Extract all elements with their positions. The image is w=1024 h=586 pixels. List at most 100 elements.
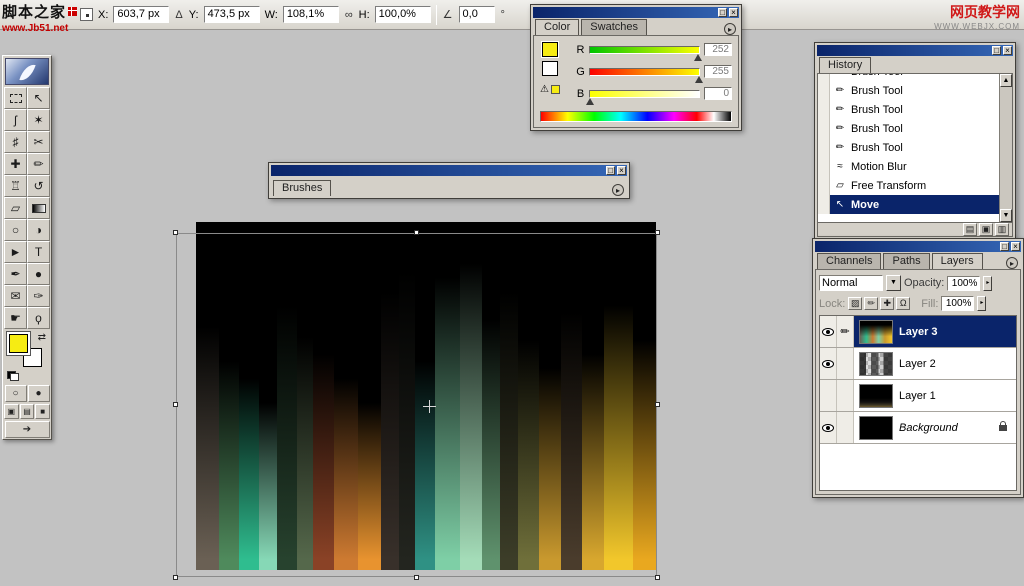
foreground-color-swatch[interactable] bbox=[9, 334, 28, 353]
history-brush-source-toggle[interactable] bbox=[818, 195, 830, 214]
blend-mode-select[interactable]: Normal bbox=[819, 275, 883, 291]
layer-thumbnail[interactable] bbox=[859, 415, 893, 440]
layer-row-main[interactable]: Layer 3 bbox=[854, 316, 1016, 347]
tool-type[interactable]: T bbox=[27, 241, 50, 263]
gamut-warning-icon[interactable]: ⚠ bbox=[540, 84, 549, 95]
transform-handle-top-left[interactable] bbox=[173, 230, 178, 235]
palette-menu-icon[interactable]: ▸ bbox=[1006, 257, 1018, 269]
delta-icon[interactable]: Δ bbox=[174, 9, 183, 21]
tool-slice[interactable]: ✂ bbox=[27, 131, 50, 153]
fill-slider-icon[interactable]: ▸ bbox=[977, 296, 987, 311]
transform-handle-middle-right[interactable] bbox=[655, 402, 660, 407]
history-brush-source-toggle[interactable] bbox=[818, 138, 830, 157]
layer-thumbnail[interactable] bbox=[859, 319, 893, 344]
chevron-down-icon[interactable]: ▼ bbox=[886, 275, 901, 291]
opacity-slider-icon[interactable]: ▸ bbox=[983, 275, 993, 291]
tool-brush[interactable]: ✏ bbox=[27, 153, 50, 175]
scroll-down-icon[interactable]: ▼ bbox=[1000, 209, 1012, 222]
history-brush-source-toggle[interactable] bbox=[818, 81, 830, 100]
minimize-icon[interactable]: □ bbox=[992, 46, 1001, 55]
tool-notes[interactable]: ✉ bbox=[4, 285, 27, 307]
delete-state-icon[interactable]: ▥ bbox=[995, 223, 1009, 236]
full-screen-button[interactable]: ■ bbox=[35, 404, 51, 419]
transform-center-crosshair[interactable] bbox=[423, 400, 436, 413]
layer-row-main[interactable]: Layer 2 bbox=[854, 348, 1016, 379]
channel-slider[interactable] bbox=[589, 45, 702, 61]
channel-value[interactable]: 0 bbox=[704, 87, 732, 100]
tool-path-selection[interactable]: ► bbox=[4, 241, 27, 263]
tool-hand[interactable]: ☛ bbox=[4, 307, 27, 329]
new-snapshot-icon[interactable]: ▣ bbox=[979, 223, 993, 236]
quick-mask-mode-button[interactable]: ● bbox=[27, 385, 50, 402]
full-screen-menubar-button[interactable]: ▤ bbox=[19, 404, 35, 419]
tool-clone-stamp[interactable]: ♖ bbox=[4, 175, 27, 197]
tool-lasso[interactable]: ʃ bbox=[4, 109, 27, 131]
history-brush-source-toggle[interactable] bbox=[818, 176, 830, 195]
default-colors-icon[interactable] bbox=[7, 371, 19, 381]
tab-history[interactable]: History bbox=[819, 57, 872, 73]
history-brush-source-toggle[interactable] bbox=[818, 100, 830, 119]
tab-paths[interactable]: Paths bbox=[883, 253, 930, 269]
opacity-field[interactable]: 100% bbox=[947, 275, 981, 291]
width-field[interactable]: 108,1% bbox=[282, 6, 339, 23]
lock-transparency-toggle[interactable]: ▨ bbox=[848, 297, 863, 310]
history-item[interactable]: ▱ Free Transform bbox=[818, 176, 999, 195]
scrollbar-track[interactable] bbox=[1000, 87, 1012, 209]
tab-brushes[interactable]: Brushes bbox=[273, 180, 332, 196]
tool-zoom[interactable]: ϙ bbox=[27, 307, 50, 329]
visibility-toggle[interactable] bbox=[820, 348, 837, 379]
tool-pen[interactable]: ✒ bbox=[4, 263, 27, 285]
lock-position-toggle[interactable]: ✚ bbox=[880, 297, 895, 310]
tool-eraser[interactable]: ▱ bbox=[4, 197, 27, 219]
history-scrollbar[interactable]: ▲ ▼ bbox=[999, 74, 1012, 222]
visibility-toggle[interactable] bbox=[820, 380, 837, 411]
layer-row[interactable]: Layer 1 bbox=[820, 380, 1016, 412]
y-position-field[interactable]: 473,5 px bbox=[203, 6, 260, 23]
lock-all-toggle[interactable]: Ω bbox=[896, 297, 911, 310]
channel-slider[interactable] bbox=[589, 67, 703, 83]
visibility-toggle[interactable] bbox=[820, 316, 837, 347]
brushes-titlebar[interactable]: □ × bbox=[271, 165, 627, 176]
new-document-from-state-icon[interactable]: ▤ bbox=[963, 223, 977, 236]
history-item[interactable]: ✏ Brush Tool bbox=[818, 119, 999, 138]
history-brush-source-toggle[interactable] bbox=[818, 74, 830, 81]
minimize-icon[interactable]: □ bbox=[606, 166, 615, 175]
chain-link-icon[interactable]: ∞ bbox=[344, 9, 354, 21]
channel-slider[interactable] bbox=[586, 89, 700, 105]
layer-row-main[interactable]: Layer 1 bbox=[854, 380, 1016, 411]
channel-value[interactable]: 255 bbox=[704, 65, 732, 78]
background-color-well[interactable] bbox=[542, 61, 558, 76]
lock-image-toggle[interactable]: ✏ bbox=[864, 297, 879, 310]
channel-value[interactable]: 252 bbox=[704, 43, 732, 56]
palette-menu-icon[interactable]: ▸ bbox=[724, 23, 736, 35]
rotation-field[interactable]: 0,0 bbox=[458, 6, 495, 23]
minimize-icon[interactable]: □ bbox=[1000, 242, 1009, 251]
close-icon[interactable]: × bbox=[617, 166, 626, 175]
slider-triangle[interactable] bbox=[695, 75, 703, 83]
x-position-field[interactable]: 603,7 px bbox=[113, 6, 170, 23]
history-item[interactable]: ✏ Brush Tool bbox=[818, 100, 999, 119]
history-brush-source-toggle[interactable] bbox=[818, 157, 830, 176]
scroll-up-icon[interactable]: ▲ bbox=[1000, 74, 1012, 87]
swap-colors-icon[interactable]: ⇄ bbox=[38, 332, 46, 343]
layer-row[interactable]: Background bbox=[820, 412, 1016, 444]
layers-titlebar[interactable]: □ × bbox=[815, 241, 1021, 252]
palette-menu-icon[interactable]: ▸ bbox=[612, 184, 624, 196]
transform-handle-middle-left[interactable] bbox=[173, 402, 178, 407]
visibility-toggle[interactable] bbox=[820, 412, 837, 443]
history-item[interactable]: ✏ Brush Tool bbox=[818, 81, 999, 100]
height-field[interactable]: 100,0% bbox=[374, 6, 431, 23]
photoshop-logo[interactable] bbox=[5, 58, 49, 85]
tool-magic-wand[interactable]: ✶ bbox=[27, 109, 50, 131]
history-titlebar[interactable]: □ × bbox=[817, 45, 1013, 56]
gamut-color-swatch[interactable] bbox=[550, 85, 560, 94]
layer-thumbnail[interactable] bbox=[859, 383, 893, 408]
transform-handle-bottom-center[interactable] bbox=[413, 575, 419, 580]
transform-bounding-box[interactable] bbox=[173, 230, 660, 580]
tool-crop[interactable]: ♯ bbox=[4, 131, 27, 153]
jump-to-imageready-button[interactable]: ➔ bbox=[4, 421, 50, 438]
tool-gradient[interactable] bbox=[27, 197, 50, 219]
layer-thumbnail[interactable] bbox=[859, 351, 893, 376]
history-item[interactable]: ≈ Motion Blur bbox=[818, 157, 999, 176]
tab-color[interactable]: Color bbox=[535, 19, 580, 35]
